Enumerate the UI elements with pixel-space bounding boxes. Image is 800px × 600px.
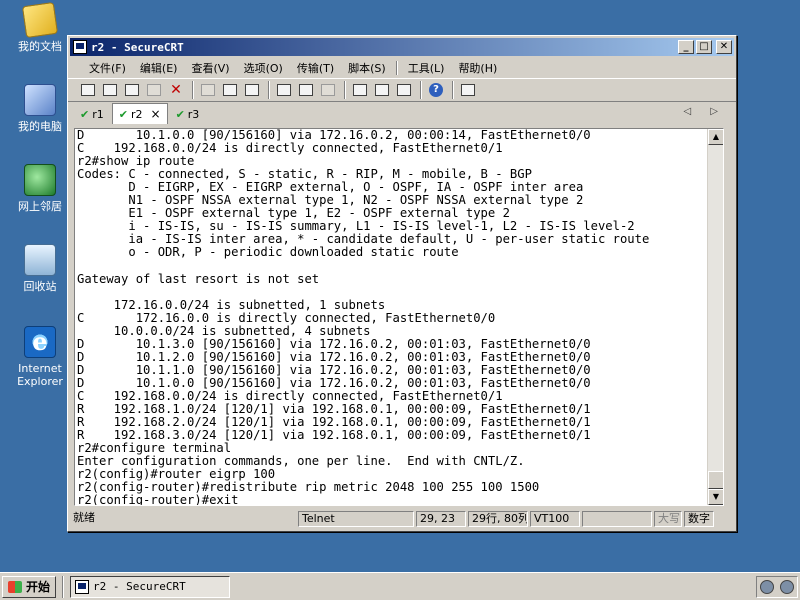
securecrt-window: r2 - SecureCRT _ □ ✕ 文件(F) 编辑(E) 查看(V) 选… xyxy=(67,35,737,532)
toolbar: ✕ ? xyxy=(68,78,736,102)
status-protocol: Telnet xyxy=(298,511,414,527)
desktop-icon-network[interactable]: 网上邻居 xyxy=(6,164,74,213)
network-neighborhood-icon xyxy=(24,164,56,196)
tab-r1[interactable]: ✔ r1 xyxy=(74,105,110,124)
system-tray xyxy=(756,575,798,598)
status-size: 29行, 80列 xyxy=(468,511,528,527)
tray-volume-icon[interactable] xyxy=(780,579,794,594)
keymap-icon[interactable] xyxy=(394,81,414,99)
paste-icon[interactable] xyxy=(220,81,240,99)
session-tabs: ✔ r1 ✔ r2 × ✔ r3 ◁ ▷ xyxy=(68,102,736,124)
toolbar-separator xyxy=(192,81,194,99)
securecrt-app-icon[interactable] xyxy=(73,40,87,54)
status-blank xyxy=(582,511,652,527)
terminal-area[interactable]: D 10.1.0.0 [90/156160] via 172.16.0.2, 0… xyxy=(74,128,724,506)
connect-in-tab-icon[interactable] xyxy=(122,81,142,99)
start-button[interactable]: 开始 xyxy=(2,575,57,598)
connected-check-icon: ✔ xyxy=(175,108,185,121)
tab-scroll-arrows-icon[interactable]: ◁ ▷ xyxy=(683,106,726,117)
terminal-output: D 10.1.0.0 [90/156160] via 172.16.0.2, 0… xyxy=(77,128,650,506)
my-documents-icon xyxy=(21,1,59,39)
minimize-button[interactable]: _ xyxy=(678,40,694,54)
toolbar-separator xyxy=(268,81,270,99)
toolbar-separator xyxy=(344,81,346,99)
status-bar: 就绪 Telnet 29, 23 29行, 80列 VT100 大写 数字 xyxy=(70,510,734,528)
tab-label: r2 xyxy=(130,107,143,121)
taskbar-item-label: r2 - SecureCRT xyxy=(93,580,186,593)
menu-edit[interactable]: 编辑(E) xyxy=(133,60,185,76)
taskbar-divider xyxy=(62,575,65,598)
maximize-button[interactable]: □ xyxy=(696,40,712,54)
quick-connect-icon[interactable] xyxy=(100,81,120,99)
copy-icon[interactable] xyxy=(198,81,218,99)
internet-explorer-icon: e xyxy=(24,326,56,358)
connected-check-icon: ✔ xyxy=(118,107,128,121)
help-icon[interactable]: ? xyxy=(426,81,446,99)
tray-network-icon[interactable] xyxy=(760,579,774,594)
menu-transfer[interactable]: 传输(T) xyxy=(290,60,341,76)
find-icon[interactable] xyxy=(242,81,262,99)
print-setup-icon[interactable] xyxy=(318,81,338,99)
menu-help[interactable]: 帮助(H) xyxy=(451,60,504,76)
tab-r3[interactable]: ✔ r3 xyxy=(170,105,206,124)
reconnect-icon[interactable] xyxy=(144,81,164,99)
menu-separator xyxy=(395,61,398,75)
tab-close-icon[interactable]: × xyxy=(151,107,161,121)
print-icon[interactable] xyxy=(274,81,294,99)
desktop-icon-label: 我的电脑 xyxy=(18,120,62,133)
tab-r2[interactable]: ✔ r2 × xyxy=(111,103,168,124)
session-options-icon[interactable] xyxy=(350,81,370,99)
menu-bar: 文件(F) 编辑(E) 查看(V) 选项(O) 传输(T) 脚本(S) 工具(L… xyxy=(68,58,736,78)
status-cursor: 29, 23 xyxy=(416,511,466,527)
desktop-icon-recycle-bin[interactable]: 回收站 xyxy=(6,244,74,293)
window-titlebar[interactable]: r2 - SecureCRT _ □ ✕ xyxy=(70,38,734,56)
menu-tools[interactable]: 工具(L) xyxy=(401,60,452,76)
status-ready: 就绪 xyxy=(73,511,95,524)
securecrt-app-icon xyxy=(75,579,90,594)
menu-file[interactable]: 文件(F) xyxy=(82,60,133,76)
recycle-bin-icon xyxy=(24,244,56,276)
map-keys-icon[interactable] xyxy=(458,81,478,99)
connected-check-icon: ✔ xyxy=(80,108,90,121)
toolbar-separator xyxy=(420,81,422,99)
desktop-icon-label: 回收站 xyxy=(23,280,57,293)
close-button[interactable]: ✕ xyxy=(716,40,732,54)
desktop-icon-label: 网上邻居 xyxy=(18,200,62,213)
status-num: 数字 xyxy=(684,511,714,527)
windows-flag-icon xyxy=(8,580,22,593)
menu-script[interactable]: 脚本(S) xyxy=(341,60,393,76)
taskbar-item-securecrt[interactable]: r2 - SecureCRT xyxy=(70,575,231,598)
desktop-icon-my-documents[interactable]: 我的文档 xyxy=(6,1,74,53)
tab-label: r1 xyxy=(92,108,104,121)
start-label: 开始 xyxy=(26,580,51,594)
desktop-icon-label: Internet Explorer xyxy=(17,362,63,388)
status-caps: 大写 xyxy=(654,511,682,527)
status-emulation: VT100 xyxy=(530,511,580,527)
tab-label: r3 xyxy=(187,108,200,121)
print-selection-icon[interactable] xyxy=(296,81,316,99)
terminal-scrollbar[interactable]: ▲ ▼ xyxy=(707,129,723,505)
desktop-icon-my-computer[interactable]: 我的电脑 xyxy=(6,84,74,133)
taskbar: 开始 r2 - SecureCRT xyxy=(0,572,800,600)
global-options-icon[interactable] xyxy=(372,81,392,99)
window-title: r2 - SecureCRT xyxy=(91,40,184,54)
desktop-icon-label: 我的文档 xyxy=(18,40,62,53)
menu-view[interactable]: 查看(V) xyxy=(184,60,236,76)
scroll-thumb[interactable] xyxy=(708,471,723,489)
disconnect-icon[interactable]: ✕ xyxy=(166,81,186,99)
connect-icon[interactable] xyxy=(78,81,98,99)
scroll-up-icon[interactable]: ▲ xyxy=(708,129,723,145)
desktop-icon-internet-explorer[interactable]: e Internet Explorer xyxy=(6,326,74,388)
menu-options[interactable]: 选项(O) xyxy=(237,60,290,76)
my-computer-icon xyxy=(24,84,56,116)
toolbar-separator xyxy=(452,81,454,99)
scroll-down-icon[interactable]: ▼ xyxy=(708,489,723,505)
